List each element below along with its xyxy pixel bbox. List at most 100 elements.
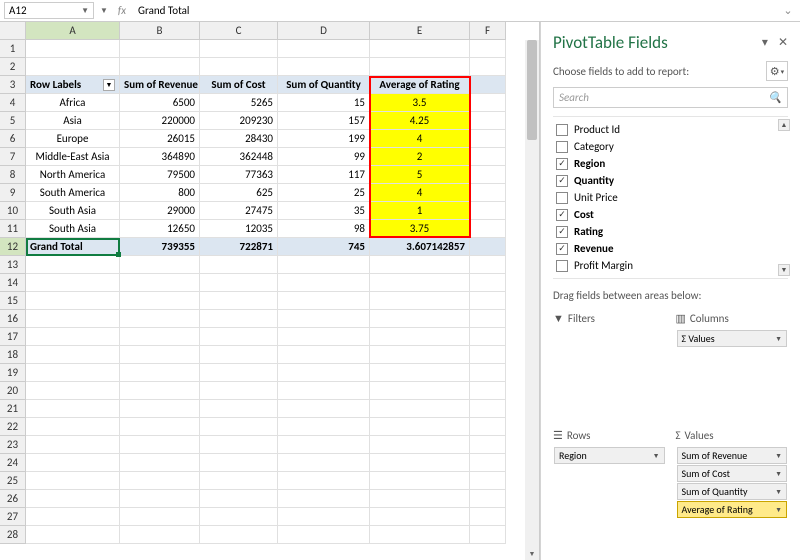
cell[interactable] (370, 40, 470, 58)
cell[interactable]: 625 (200, 184, 278, 202)
row-header[interactable]: 15 (0, 292, 26, 310)
cell[interactable]: 26015 (120, 130, 200, 148)
cell[interactable] (470, 382, 506, 400)
cell[interactable]: 800 (120, 184, 200, 202)
cell[interactable] (200, 292, 278, 310)
cell[interactable] (470, 112, 506, 130)
field-item[interactable]: ✓Cost (553, 206, 788, 223)
field-item[interactable]: Unit Price (553, 189, 788, 206)
cell[interactable]: 364890 (120, 148, 200, 166)
scroll-down-arrow-icon[interactable]: ▼ (525, 548, 539, 560)
cell[interactable] (120, 454, 200, 472)
cell[interactable] (120, 274, 200, 292)
cell[interactable] (278, 364, 370, 382)
cell[interactable] (120, 310, 200, 328)
cell[interactable] (470, 310, 506, 328)
row-header[interactable]: 16 (0, 310, 26, 328)
column-header[interactable]: C (200, 22, 278, 40)
field-item[interactable]: ✓Region (553, 155, 788, 172)
cell[interactable] (120, 40, 200, 58)
cell[interactable] (370, 526, 470, 544)
column-header[interactable]: D (278, 22, 370, 40)
cell[interactable] (26, 508, 120, 526)
cell[interactable] (470, 220, 506, 238)
cell[interactable] (200, 58, 278, 76)
cell[interactable] (278, 256, 370, 274)
checkbox-icon[interactable]: ✓ (556, 209, 568, 221)
cell[interactable] (200, 436, 278, 454)
search-input[interactable]: Search 🔍 (553, 87, 788, 108)
cell[interactable] (278, 346, 370, 364)
cell[interactable] (470, 58, 506, 76)
cell[interactable]: 77363 (200, 166, 278, 184)
row-header[interactable]: 23 (0, 436, 26, 454)
cell[interactable] (120, 382, 200, 400)
cell[interactable]: 5 (370, 166, 470, 184)
cell[interactable] (370, 364, 470, 382)
cell[interactable] (470, 256, 506, 274)
cell[interactable]: 3.607142857 (370, 238, 470, 256)
cell[interactable] (120, 472, 200, 490)
row-header[interactable]: 6 (0, 130, 26, 148)
cell[interactable] (26, 364, 120, 382)
cell[interactable]: 98 (278, 220, 370, 238)
row-header[interactable]: 18 (0, 346, 26, 364)
chevron-down-icon[interactable]: ▼ (98, 4, 110, 18)
cell[interactable] (278, 328, 370, 346)
columns-area[interactable]: ▥Columns Σ Values▼ (676, 312, 789, 419)
cell[interactable] (26, 292, 120, 310)
cell[interactable] (470, 472, 506, 490)
chevron-down-icon[interactable]: ▼ (775, 334, 782, 343)
cell[interactable] (470, 40, 506, 58)
cell[interactable] (26, 400, 120, 418)
cell[interactable] (200, 40, 278, 58)
cell[interactable] (200, 256, 278, 274)
cell[interactable] (278, 382, 370, 400)
cell[interactable] (120, 418, 200, 436)
cell[interactable]: 157 (278, 112, 370, 130)
row-header[interactable]: 22 (0, 418, 26, 436)
select-all-corner[interactable] (0, 22, 26, 40)
cell[interactable] (200, 526, 278, 544)
row-header[interactable]: 26 (0, 490, 26, 508)
cell[interactable]: 3.5 (370, 94, 470, 112)
cell[interactable]: Average of Rating (370, 76, 470, 94)
row-header[interactable]: 8 (0, 166, 26, 184)
cell[interactable]: South America (26, 184, 120, 202)
formula-input[interactable] (134, 3, 776, 18)
cell[interactable]: North America (26, 166, 120, 184)
cell[interactable] (470, 202, 506, 220)
cell[interactable] (370, 310, 470, 328)
column-header[interactable]: A (26, 22, 120, 40)
row-header[interactable]: 10 (0, 202, 26, 220)
cell[interactable] (120, 346, 200, 364)
cell[interactable] (26, 490, 120, 508)
cell[interactable] (470, 238, 506, 256)
cell[interactable] (278, 40, 370, 58)
cell[interactable] (470, 364, 506, 382)
cell[interactable]: Europe (26, 130, 120, 148)
cells-area[interactable]: Row Labels▼Sum of RevenueSum of CostSum … (26, 40, 506, 544)
cell[interactable] (278, 472, 370, 490)
cell[interactable] (200, 310, 278, 328)
field-item[interactable]: ✓Revenue (553, 240, 788, 257)
cell[interactable] (26, 454, 120, 472)
column-header[interactable]: E (370, 22, 470, 40)
cell[interactable] (200, 382, 278, 400)
field-item[interactable]: Product Id (553, 121, 788, 138)
cell[interactable]: 12035 (200, 220, 278, 238)
cell[interactable]: 28430 (200, 130, 278, 148)
cell[interactable] (278, 490, 370, 508)
cell[interactable] (26, 328, 120, 346)
cell[interactable] (370, 436, 470, 454)
row-header[interactable]: 12 (0, 238, 26, 256)
cell[interactable] (26, 418, 120, 436)
cell[interactable] (120, 526, 200, 544)
cell[interactable] (200, 346, 278, 364)
cell[interactable] (370, 508, 470, 526)
pane-dropdown-icon[interactable]: ▾ (762, 35, 768, 50)
cell[interactable] (26, 256, 120, 274)
cell[interactable]: 220000 (120, 112, 200, 130)
cell[interactable] (200, 472, 278, 490)
cell[interactable]: 4 (370, 130, 470, 148)
